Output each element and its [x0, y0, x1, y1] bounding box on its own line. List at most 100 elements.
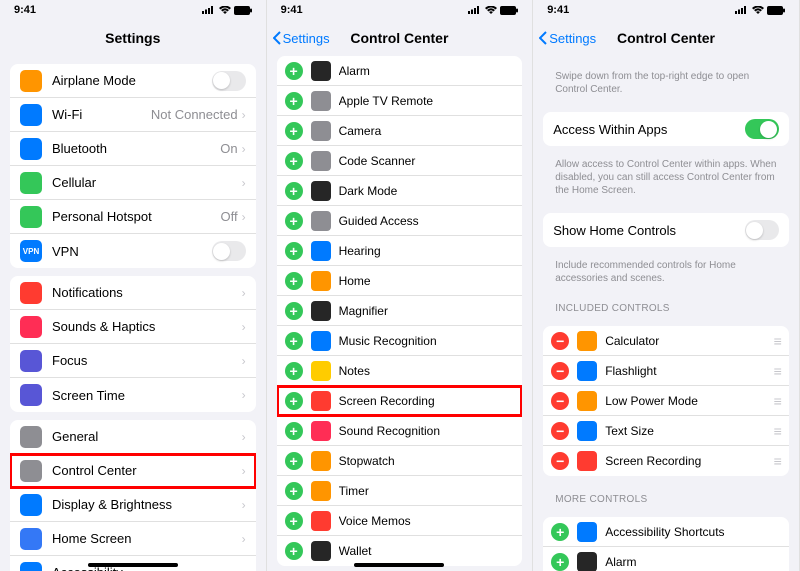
- settings-row[interactable]: Cellular›: [10, 166, 256, 200]
- toggle-switch[interactable]: [745, 220, 779, 240]
- add-button[interactable]: +: [285, 212, 303, 230]
- add-button[interactable]: +: [285, 482, 303, 500]
- row-label: Home Screen: [52, 531, 242, 546]
- add-button[interactable]: +: [285, 302, 303, 320]
- add-button[interactable]: +: [285, 452, 303, 470]
- control-item-row[interactable]: +Home: [277, 266, 523, 296]
- add-button[interactable]: +: [285, 62, 303, 80]
- drag-handle-icon[interactable]: ≡: [774, 453, 781, 469]
- settings-row[interactable]: Airplane Mode: [10, 64, 256, 98]
- remove-button[interactable]: −: [551, 422, 569, 440]
- control-item-row[interactable]: +Magnifier: [277, 296, 523, 326]
- chevron-right-icon: ›: [242, 566, 246, 571]
- toggle-switch[interactable]: [212, 241, 246, 261]
- add-button[interactable]: +: [285, 242, 303, 260]
- add-button[interactable]: +: [285, 542, 303, 560]
- add-button[interactable]: +: [285, 92, 303, 110]
- remove-button[interactable]: −: [551, 392, 569, 410]
- settings-row[interactable]: BluetoothOn›: [10, 132, 256, 166]
- add-button[interactable]: +: [285, 272, 303, 290]
- home-indicator[interactable]: [354, 563, 444, 567]
- control-item-row[interactable]: +Music Recognition: [277, 326, 523, 356]
- control-item-row[interactable]: +Code Scanner: [277, 146, 523, 176]
- settings-content[interactable]: Airplane ModeWi-FiNot Connected›Bluetoot…: [0, 56, 266, 571]
- control-label: Screen Recording: [605, 454, 773, 468]
- control-item-row[interactable]: +Alarm: [543, 547, 789, 571]
- back-button[interactable]: Settings: [539, 31, 596, 46]
- control-label: Sound Recognition: [339, 424, 515, 438]
- app-icon: [20, 282, 42, 304]
- settings-row[interactable]: General›: [10, 420, 256, 454]
- row-label: Focus: [52, 353, 242, 368]
- toggle-switch[interactable]: [745, 119, 779, 139]
- app-icon: [20, 172, 42, 194]
- add-button[interactable]: +: [285, 332, 303, 350]
- settings-row[interactable]: Screen Time›: [10, 378, 256, 412]
- settings-row[interactable]: Control Center›: [10, 454, 256, 488]
- remove-button[interactable]: −: [551, 452, 569, 470]
- control-center-content[interactable]: Swipe down from the top-right edge to op…: [533, 56, 799, 571]
- settings-row[interactable]: Home Screen›: [10, 522, 256, 556]
- access-within-apps-row[interactable]: Access Within Apps: [543, 112, 789, 146]
- wifi-icon: [485, 6, 497, 14]
- drag-handle-icon[interactable]: ≡: [774, 363, 781, 379]
- control-item-row[interactable]: +Timer: [277, 476, 523, 506]
- app-icon: [311, 271, 331, 291]
- app-icon: [20, 316, 42, 338]
- settings-row[interactable]: Personal HotspotOff›: [10, 200, 256, 234]
- drag-handle-icon[interactable]: ≡: [774, 333, 781, 349]
- control-item-row[interactable]: +Screen Recording: [277, 386, 523, 416]
- intro-text: Swipe down from the top-right edge to op…: [543, 56, 789, 104]
- add-button[interactable]: +: [285, 122, 303, 140]
- add-button[interactable]: +: [285, 362, 303, 380]
- connectivity-group: Airplane ModeWi-FiNot Connected›Bluetoot…: [10, 64, 256, 268]
- add-button[interactable]: +: [551, 553, 569, 571]
- control-item-row[interactable]: −Low Power Mode≡: [543, 386, 789, 416]
- control-item-row[interactable]: −Text Size≡: [543, 416, 789, 446]
- settings-row[interactable]: VPNVPN: [10, 234, 256, 268]
- back-label: Settings: [283, 31, 330, 46]
- chevron-right-icon: ›: [242, 108, 246, 122]
- drag-handle-icon[interactable]: ≡: [774, 423, 781, 439]
- drag-handle-icon[interactable]: ≡: [774, 393, 781, 409]
- home-indicator[interactable]: [88, 563, 178, 567]
- control-item-row[interactable]: − Screen Recording≡: [543, 446, 789, 476]
- add-button[interactable]: +: [285, 182, 303, 200]
- control-item-row[interactable]: −Calculator≡: [543, 326, 789, 356]
- add-button[interactable]: +: [285, 152, 303, 170]
- control-item-row[interactable]: +Notes: [277, 356, 523, 386]
- control-item-row[interactable]: + Sound Recognition: [277, 416, 523, 446]
- control-item-row[interactable]: +Wallet: [277, 536, 523, 566]
- settings-row[interactable]: Focus›: [10, 344, 256, 378]
- control-item-row[interactable]: +Stopwatch: [277, 446, 523, 476]
- control-item-row[interactable]: +Voice Memos: [277, 506, 523, 536]
- app-icon: [20, 70, 42, 92]
- control-item-row[interactable]: +Guided Access: [277, 206, 523, 236]
- add-button[interactable]: +: [551, 523, 569, 541]
- access-apps-footer: Allow access to Control Center within ap…: [543, 154, 789, 205]
- control-item-row[interactable]: +Hearing: [277, 236, 523, 266]
- settings-row[interactable]: Display & Brightness›: [10, 488, 256, 522]
- control-item-row[interactable]: +Alarm: [277, 56, 523, 86]
- app-icon: [20, 494, 42, 516]
- show-home-controls-row[interactable]: Show Home Controls: [543, 213, 789, 247]
- app-icon: [577, 451, 597, 471]
- add-button[interactable]: +: [285, 392, 303, 410]
- add-button[interactable]: +: [285, 512, 303, 530]
- back-button[interactable]: Settings: [273, 31, 330, 46]
- control-item-row[interactable]: +Accessibility Shortcuts: [543, 517, 789, 547]
- control-item-row[interactable]: −Flashlight≡: [543, 356, 789, 386]
- add-button[interactable]: +: [285, 422, 303, 440]
- remove-button[interactable]: −: [551, 362, 569, 380]
- control-item-row[interactable]: +Apple TV Remote: [277, 86, 523, 116]
- remove-button[interactable]: −: [551, 332, 569, 350]
- settings-row[interactable]: Notifications›: [10, 276, 256, 310]
- settings-row[interactable]: Wi-FiNot Connected›: [10, 98, 256, 132]
- more-controls-content[interactable]: +Alarm+Apple TV Remote+Camera+Code Scann…: [267, 56, 533, 571]
- row-label: Sounds & Haptics: [52, 319, 242, 334]
- control-item-row[interactable]: +Camera: [277, 116, 523, 146]
- toggle-switch[interactable]: [212, 71, 246, 91]
- control-item-row[interactable]: +Dark Mode: [277, 176, 523, 206]
- chevron-left-icon: [539, 31, 547, 45]
- settings-row[interactable]: Sounds & Haptics›: [10, 310, 256, 344]
